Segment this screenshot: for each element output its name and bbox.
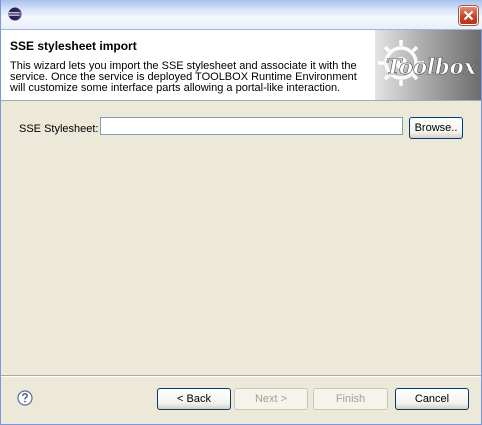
finish-button[interactable]: Finish: [313, 388, 388, 410]
cancel-button[interactable]: Cancel: [395, 388, 469, 410]
title-bar[interactable]: [1, 0, 482, 30]
button-bar-separator: [1, 375, 481, 377]
eclipse-icon: [8, 7, 22, 21]
help-icon[interactable]: [17, 390, 33, 406]
sse-stylesheet-input[interactable]: [100, 117, 403, 135]
sse-stylesheet-label: SSE Stylesheet:: [19, 123, 99, 135]
wizard-banner: SSE stylesheet import This wizard lets y…: [1, 30, 481, 101]
browse-button[interactable]: Browse..: [409, 117, 463, 139]
back-button[interactable]: < Back: [157, 388, 231, 410]
wizard-window: SSE stylesheet import This wizard lets y…: [0, 0, 482, 425]
toolbox-logo: Toolbox: [375, 30, 481, 100]
close-icon: [463, 10, 474, 21]
banner-description: This wizard lets you import the SSE styl…: [10, 60, 357, 94]
banner-title: SSE stylesheet import: [10, 39, 137, 53]
toolbox-logo-text: Toolbox: [386, 54, 477, 79]
next-button[interactable]: Next >: [234, 388, 308, 410]
close-button[interactable]: [459, 6, 478, 25]
